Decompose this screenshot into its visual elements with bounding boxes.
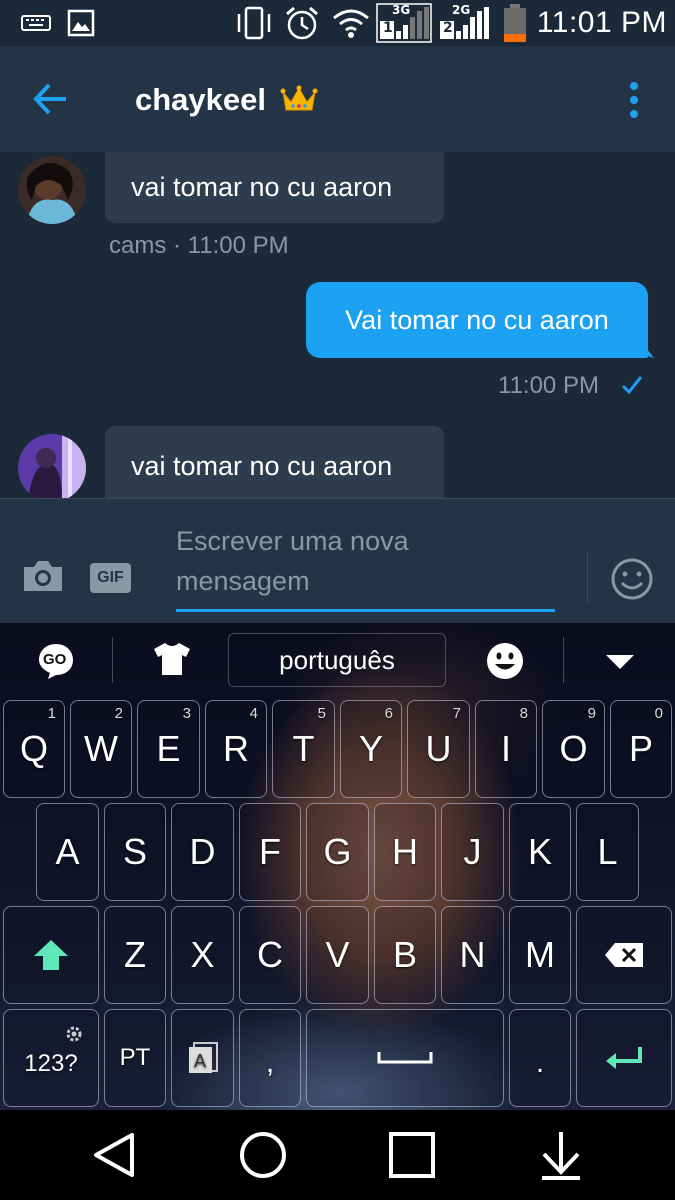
status-time: 11:01 PM bbox=[536, 6, 667, 39]
message-thread[interactable]: vai tomar no cu aaron cams · 11:00 PM Va… bbox=[0, 152, 675, 498]
key-v[interactable]: V bbox=[306, 906, 369, 1004]
language-selector[interactable]: português bbox=[228, 633, 446, 687]
backspace-icon bbox=[605, 943, 643, 967]
message-text: Vai tomar no cu aaron bbox=[345, 304, 609, 335]
key-a[interactable]: A bbox=[36, 803, 99, 901]
key-u[interactable]: 7U bbox=[407, 700, 470, 798]
go-logo-icon[interactable]: GO bbox=[36, 641, 76, 686]
gif-icon[interactable]: GIF bbox=[90, 563, 131, 593]
signal-sim1-icon: 3G 1 bbox=[376, 0, 432, 46]
shift-key[interactable] bbox=[3, 906, 99, 1004]
key-g[interactable]: G bbox=[306, 803, 369, 901]
key-n[interactable]: N bbox=[441, 906, 504, 1004]
key-o[interactable]: 9O bbox=[542, 700, 605, 798]
language-key[interactable]: PT bbox=[104, 1009, 166, 1107]
key-z[interactable]: Z bbox=[104, 906, 166, 1004]
image-icon bbox=[66, 0, 96, 46]
enter-arrow-icon bbox=[606, 1047, 642, 1069]
notifications-down-icon[interactable] bbox=[536, 1130, 586, 1180]
theme-shirt-icon[interactable] bbox=[152, 641, 192, 682]
svg-text:A: A bbox=[193, 1051, 206, 1072]
numbers-key[interactable]: 123? bbox=[3, 1009, 99, 1107]
language-label: português bbox=[279, 644, 395, 675]
more-vert-icon[interactable] bbox=[620, 76, 648, 124]
avatar[interactable] bbox=[18, 156, 86, 224]
key-l[interactable]: L bbox=[576, 803, 639, 901]
keyboard-icon bbox=[20, 0, 52, 46]
key-p[interactable]: 0P bbox=[610, 700, 672, 798]
enter-key[interactable] bbox=[576, 1009, 672, 1107]
sim1-slot-label: 1 bbox=[383, 20, 393, 36]
home-circle-icon[interactable] bbox=[238, 1130, 288, 1180]
sim1-network-label: 3G bbox=[392, 3, 411, 17]
message-text: vai tomar no cu aaron bbox=[131, 172, 393, 202]
keyboard-toolbar: GO português bbox=[0, 623, 675, 699]
wifi-icon bbox=[330, 0, 372, 46]
key-c[interactable]: C bbox=[239, 906, 301, 1004]
crown-emoji bbox=[280, 84, 318, 114]
key-e[interactable]: 3E bbox=[137, 700, 200, 798]
emoji-smiley-icon[interactable] bbox=[610, 557, 654, 606]
backspace-key[interactable] bbox=[576, 906, 672, 1004]
message-input[interactable]: Escrever uma nova mensagem bbox=[176, 521, 554, 601]
navigation-bar bbox=[0, 1110, 675, 1200]
key-r[interactable]: 4R bbox=[205, 700, 267, 798]
alarm-icon bbox=[282, 0, 322, 46]
avatar[interactable] bbox=[18, 434, 86, 498]
settings-gear-icon bbox=[66, 1026, 82, 1042]
key-b[interactable]: B bbox=[374, 906, 436, 1004]
battery-icon bbox=[500, 0, 530, 46]
go-label: GO bbox=[43, 651, 67, 668]
key-h[interactable]: H bbox=[374, 803, 436, 901]
placeholder-line: mensagem bbox=[176, 566, 310, 596]
key-m[interactable]: M bbox=[509, 906, 571, 1004]
message-meta: cams · 11:00 PM bbox=[109, 232, 289, 259]
conversation-title[interactable]: chaykeel bbox=[135, 82, 266, 118]
key-d[interactable]: D bbox=[171, 803, 234, 901]
recents-square-icon[interactable] bbox=[387, 1130, 437, 1180]
incoming-message-bubble[interactable]: vai tomar no cu aaron bbox=[105, 426, 444, 498]
conversation-header: chaykeel bbox=[0, 46, 675, 152]
key-j[interactable]: J bbox=[441, 803, 504, 901]
back-arrow-icon[interactable] bbox=[30, 78, 72, 120]
back-triangle-icon[interactable] bbox=[90, 1130, 140, 1180]
emoji-icon[interactable] bbox=[485, 641, 525, 686]
period-key[interactable]: . bbox=[509, 1009, 571, 1107]
check-icon bbox=[620, 374, 644, 401]
key-x[interactable]: X bbox=[171, 906, 234, 1004]
key-i[interactable]: 8I bbox=[475, 700, 537, 798]
outgoing-message-bubble[interactable]: Vai tomar no cu aaron bbox=[306, 282, 648, 358]
message-composer: GIF Escrever uma nova mensagem bbox=[0, 498, 675, 624]
status-bar: 3G 1 2G 2 11:01 PM bbox=[0, 0, 675, 46]
sim2-slot-label: 2 bbox=[443, 20, 453, 36]
vibrate-icon bbox=[234, 0, 274, 46]
key-t[interactable]: 5T bbox=[272, 700, 335, 798]
message-text: vai tomar no cu aaron bbox=[131, 450, 393, 481]
text-format-key[interactable]: A bbox=[171, 1009, 234, 1107]
space-key[interactable] bbox=[306, 1009, 504, 1107]
signal-sim2-icon: 2G 2 bbox=[436, 0, 492, 46]
message-meta: 11:00 PM bbox=[498, 372, 599, 399]
keyboard[interactable]: GO português 1Q 2W 3E 4R 5T 6Y 7U 8I 9O … bbox=[0, 623, 675, 1110]
shift-arrow-icon bbox=[34, 940, 68, 970]
key-w[interactable]: 2W bbox=[70, 700, 132, 798]
comma-key[interactable]: , bbox=[239, 1009, 301, 1107]
key-f[interactable]: F bbox=[239, 803, 301, 901]
divider bbox=[587, 551, 588, 603]
collapse-triangle-icon[interactable] bbox=[604, 653, 636, 676]
space-bar-icon bbox=[377, 1052, 433, 1064]
key-k[interactable]: K bbox=[509, 803, 571, 901]
incoming-message-bubble[interactable]: vai tomar no cu aaron bbox=[105, 152, 444, 223]
input-underline bbox=[176, 609, 555, 612]
key-y[interactable]: 6Y bbox=[340, 700, 402, 798]
bubble-tail bbox=[640, 340, 654, 358]
key-q[interactable]: 1Q bbox=[3, 700, 65, 798]
placeholder-line: Escrever uma nova bbox=[176, 526, 409, 556]
sim2-network-label: 2G bbox=[452, 3, 471, 17]
camera-icon[interactable] bbox=[22, 559, 64, 598]
key-s[interactable]: S bbox=[104, 803, 166, 901]
text-format-icon: A bbox=[188, 1042, 218, 1073]
